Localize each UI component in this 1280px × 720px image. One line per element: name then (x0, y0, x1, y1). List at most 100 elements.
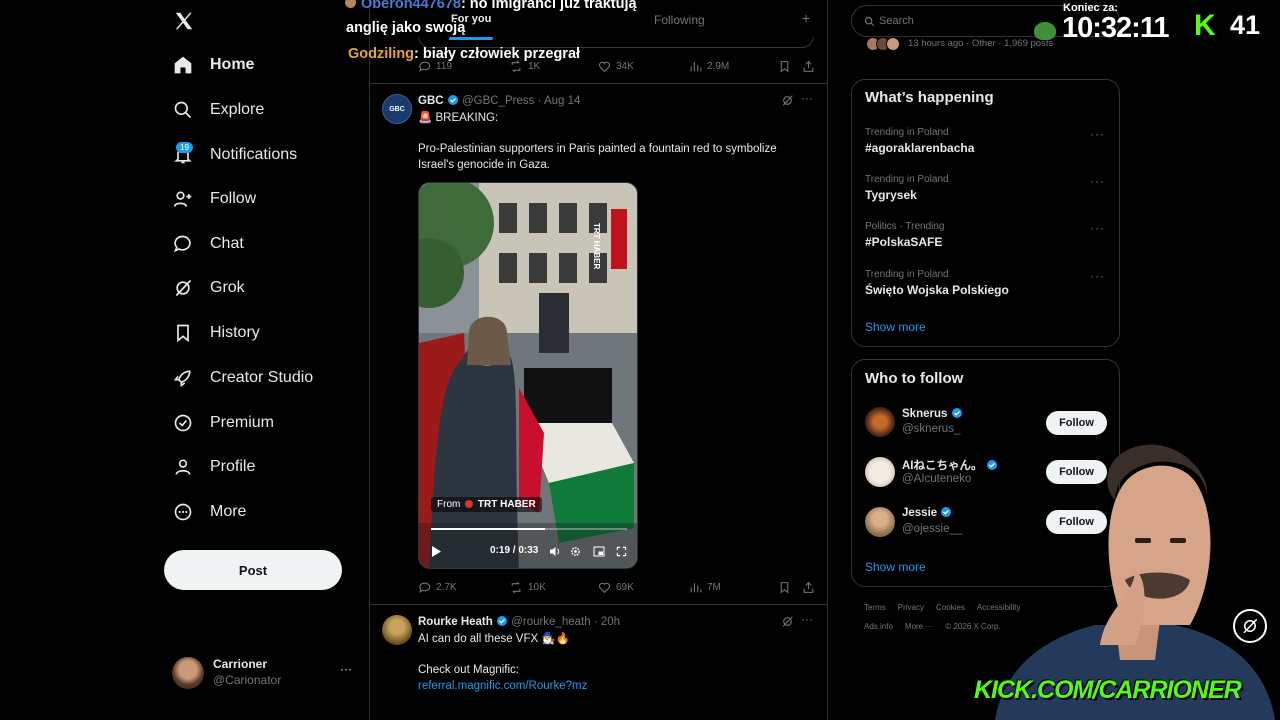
verified-badge-icon (447, 95, 458, 105)
verified-badge-icon (496, 616, 507, 626)
volume-button[interactable] (549, 546, 561, 557)
reply-button[interactable]: 2.7K (418, 581, 457, 594)
tweet-date[interactable]: Aug 14 (544, 95, 580, 107)
post-button[interactable]: Post (164, 550, 342, 590)
tweet-avatar[interactable]: GBC (382, 94, 412, 124)
suggestion-name[interactable]: Jessie (902, 506, 952, 519)
share-button[interactable] (802, 60, 815, 73)
video-progress-track[interactable] (431, 528, 627, 530)
account-switcher[interactable]: Carrioner @Carionator ··· (172, 656, 354, 690)
footer-link-ads-info[interactable]: Ads info (864, 622, 893, 631)
separator-dot: · (537, 95, 542, 107)
suggestion-name[interactable]: AIねこちゃん。 (902, 457, 998, 473)
tweet-link[interactable]: referral.magnific.com/Rourke?mz (418, 678, 587, 694)
footer-link-more[interactable]: More ··· (905, 622, 933, 631)
grok-explain-button[interactable] (781, 615, 794, 628)
whats-happening-panel: What’s happening Trending in Poland #ago… (851, 79, 1120, 347)
heart-icon (598, 582, 611, 594)
avatar[interactable] (865, 457, 895, 487)
footer-link-privacy[interactable]: Privacy (898, 603, 924, 612)
share-icon (803, 581, 814, 593)
video-progress-fill (431, 528, 545, 530)
views-button[interactable]: 2.9M (689, 60, 729, 73)
video-player[interactable]: From TRT HABER TRT HABER 0:19 / 0:33 (418, 182, 638, 569)
play-button[interactable] (431, 546, 441, 557)
suggestion-handle: @ojessie__ (902, 523, 963, 535)
tweet-author-name[interactable]: GBC (418, 95, 444, 107)
trend-item[interactable]: Politics · Trending #PolskaSAFE (865, 221, 1105, 249)
tweet-more-icon[interactable]: ··· (801, 612, 813, 626)
tab-following[interactable]: Following (654, 13, 705, 27)
tweet-date[interactable]: 20h (601, 616, 620, 628)
tweet-text-line: Pro-Palestinian supporters in Paris pain… (418, 143, 777, 155)
sidebar-item-chat[interactable]: Chat (172, 226, 244, 262)
tweet-text-line: Check out Magnific: (418, 664, 519, 676)
settings-button[interactable] (570, 546, 581, 557)
reply-icon (419, 582, 431, 594)
trend-more-icon[interactable]: ··· (1090, 221, 1105, 235)
heart-icon (598, 61, 611, 73)
trend-name: Święto Wojska Polskiego (865, 283, 1009, 297)
sidebar-item-label: Premium (210, 414, 275, 431)
trend-item[interactable]: Trending in Poland #agoraklarenbacha (865, 127, 1105, 155)
like-button[interactable]: 69K (598, 581, 634, 594)
tweet-text-line: AI can do all these VFX 🧙‍♂️🔥 (418, 633, 571, 645)
trend-more-icon[interactable]: ··· (1090, 127, 1105, 141)
panel-title: Who to follow (865, 370, 964, 387)
show-more-link[interactable]: Show more (865, 320, 926, 334)
footer-link-cookies[interactable]: Cookies (936, 603, 965, 612)
x-logo-icon[interactable] (173, 10, 195, 32)
suggestion-name[interactable]: Sknerus (902, 407, 963, 420)
sidebar-item-premium[interactable]: Premium (172, 405, 274, 441)
fullscreen-button[interactable] (616, 546, 627, 557)
avatar[interactable] (865, 407, 895, 437)
trend-category: Politics · Trending (865, 221, 945, 232)
trend-snippet: 13 hours ago · Other · 1,969 posts (908, 38, 1054, 49)
sidebar-item-home[interactable]: Home (172, 47, 254, 83)
show-more-link[interactable]: Show more (865, 560, 926, 574)
view-count: 2.9M (707, 61, 730, 72)
like-button[interactable]: 34K (598, 60, 634, 73)
tweet-author-handle[interactable]: @GBC_Press (462, 95, 534, 107)
share-icon (803, 60, 814, 72)
trend-item[interactable]: Trending in Poland Święto Wojska Polskie… (865, 269, 1105, 297)
sidebar-item-grok[interactable]: Grok (172, 270, 245, 306)
countdown-timer: 10:32:11 (1062, 12, 1169, 44)
source-logo-icon (465, 500, 474, 508)
sidebar-item-profile[interactable]: Profile (172, 449, 255, 485)
trend-more-icon[interactable]: ··· (1090, 269, 1105, 283)
bookmark-button[interactable] (778, 581, 791, 594)
share-button[interactable] (802, 581, 815, 594)
tweet-more-icon[interactable]: ··· (801, 91, 813, 105)
panel-title: What’s happening (865, 89, 994, 106)
tweet-author-name[interactable]: Rourke Heath (418, 616, 493, 628)
account-more-icon[interactable]: ··· (340, 662, 352, 676)
rocket-icon (172, 367, 194, 389)
trend-item[interactable]: Trending in Poland Tygrysek (865, 174, 1105, 202)
like-count: 34K (616, 61, 634, 72)
grok-floating-button[interactable] (1233, 609, 1267, 643)
sidebar-item-history[interactable]: History (172, 315, 260, 351)
sidebar-item-creator-studio[interactable]: Creator Studio (172, 360, 313, 396)
search-input[interactable]: Search (879, 15, 914, 27)
views-button[interactable]: 7M (689, 581, 721, 594)
pip-button[interactable] (593, 546, 605, 557)
sidebar-item-more[interactable]: More (172, 494, 246, 530)
tweet-author-handle[interactable]: @rourke_heath (511, 616, 590, 628)
repost-button[interactable]: 10K (509, 581, 546, 594)
footer-link-terms[interactable]: Terms (864, 603, 886, 612)
bookmark-button[interactable] (778, 60, 791, 73)
add-tab-icon[interactable]: + (802, 10, 810, 26)
avatar[interactable] (865, 507, 895, 537)
kick-logo-icon: K (1194, 9, 1216, 42)
sidebar-item-explore[interactable]: Explore (172, 92, 264, 128)
sidebar-item-follow[interactable]: Follow (172, 181, 256, 217)
trend-category: Trending in Poland (865, 269, 949, 280)
more-circle-icon (172, 501, 194, 523)
grok-explain-button[interactable] (781, 94, 794, 107)
picture-in-picture-icon (593, 546, 605, 557)
trend-more-icon[interactable]: ··· (1090, 174, 1105, 188)
trend-category: Trending in Poland (865, 174, 949, 185)
tweet-avatar[interactable] (382, 615, 412, 645)
sidebar-item-label: Creator Studio (210, 369, 314, 386)
